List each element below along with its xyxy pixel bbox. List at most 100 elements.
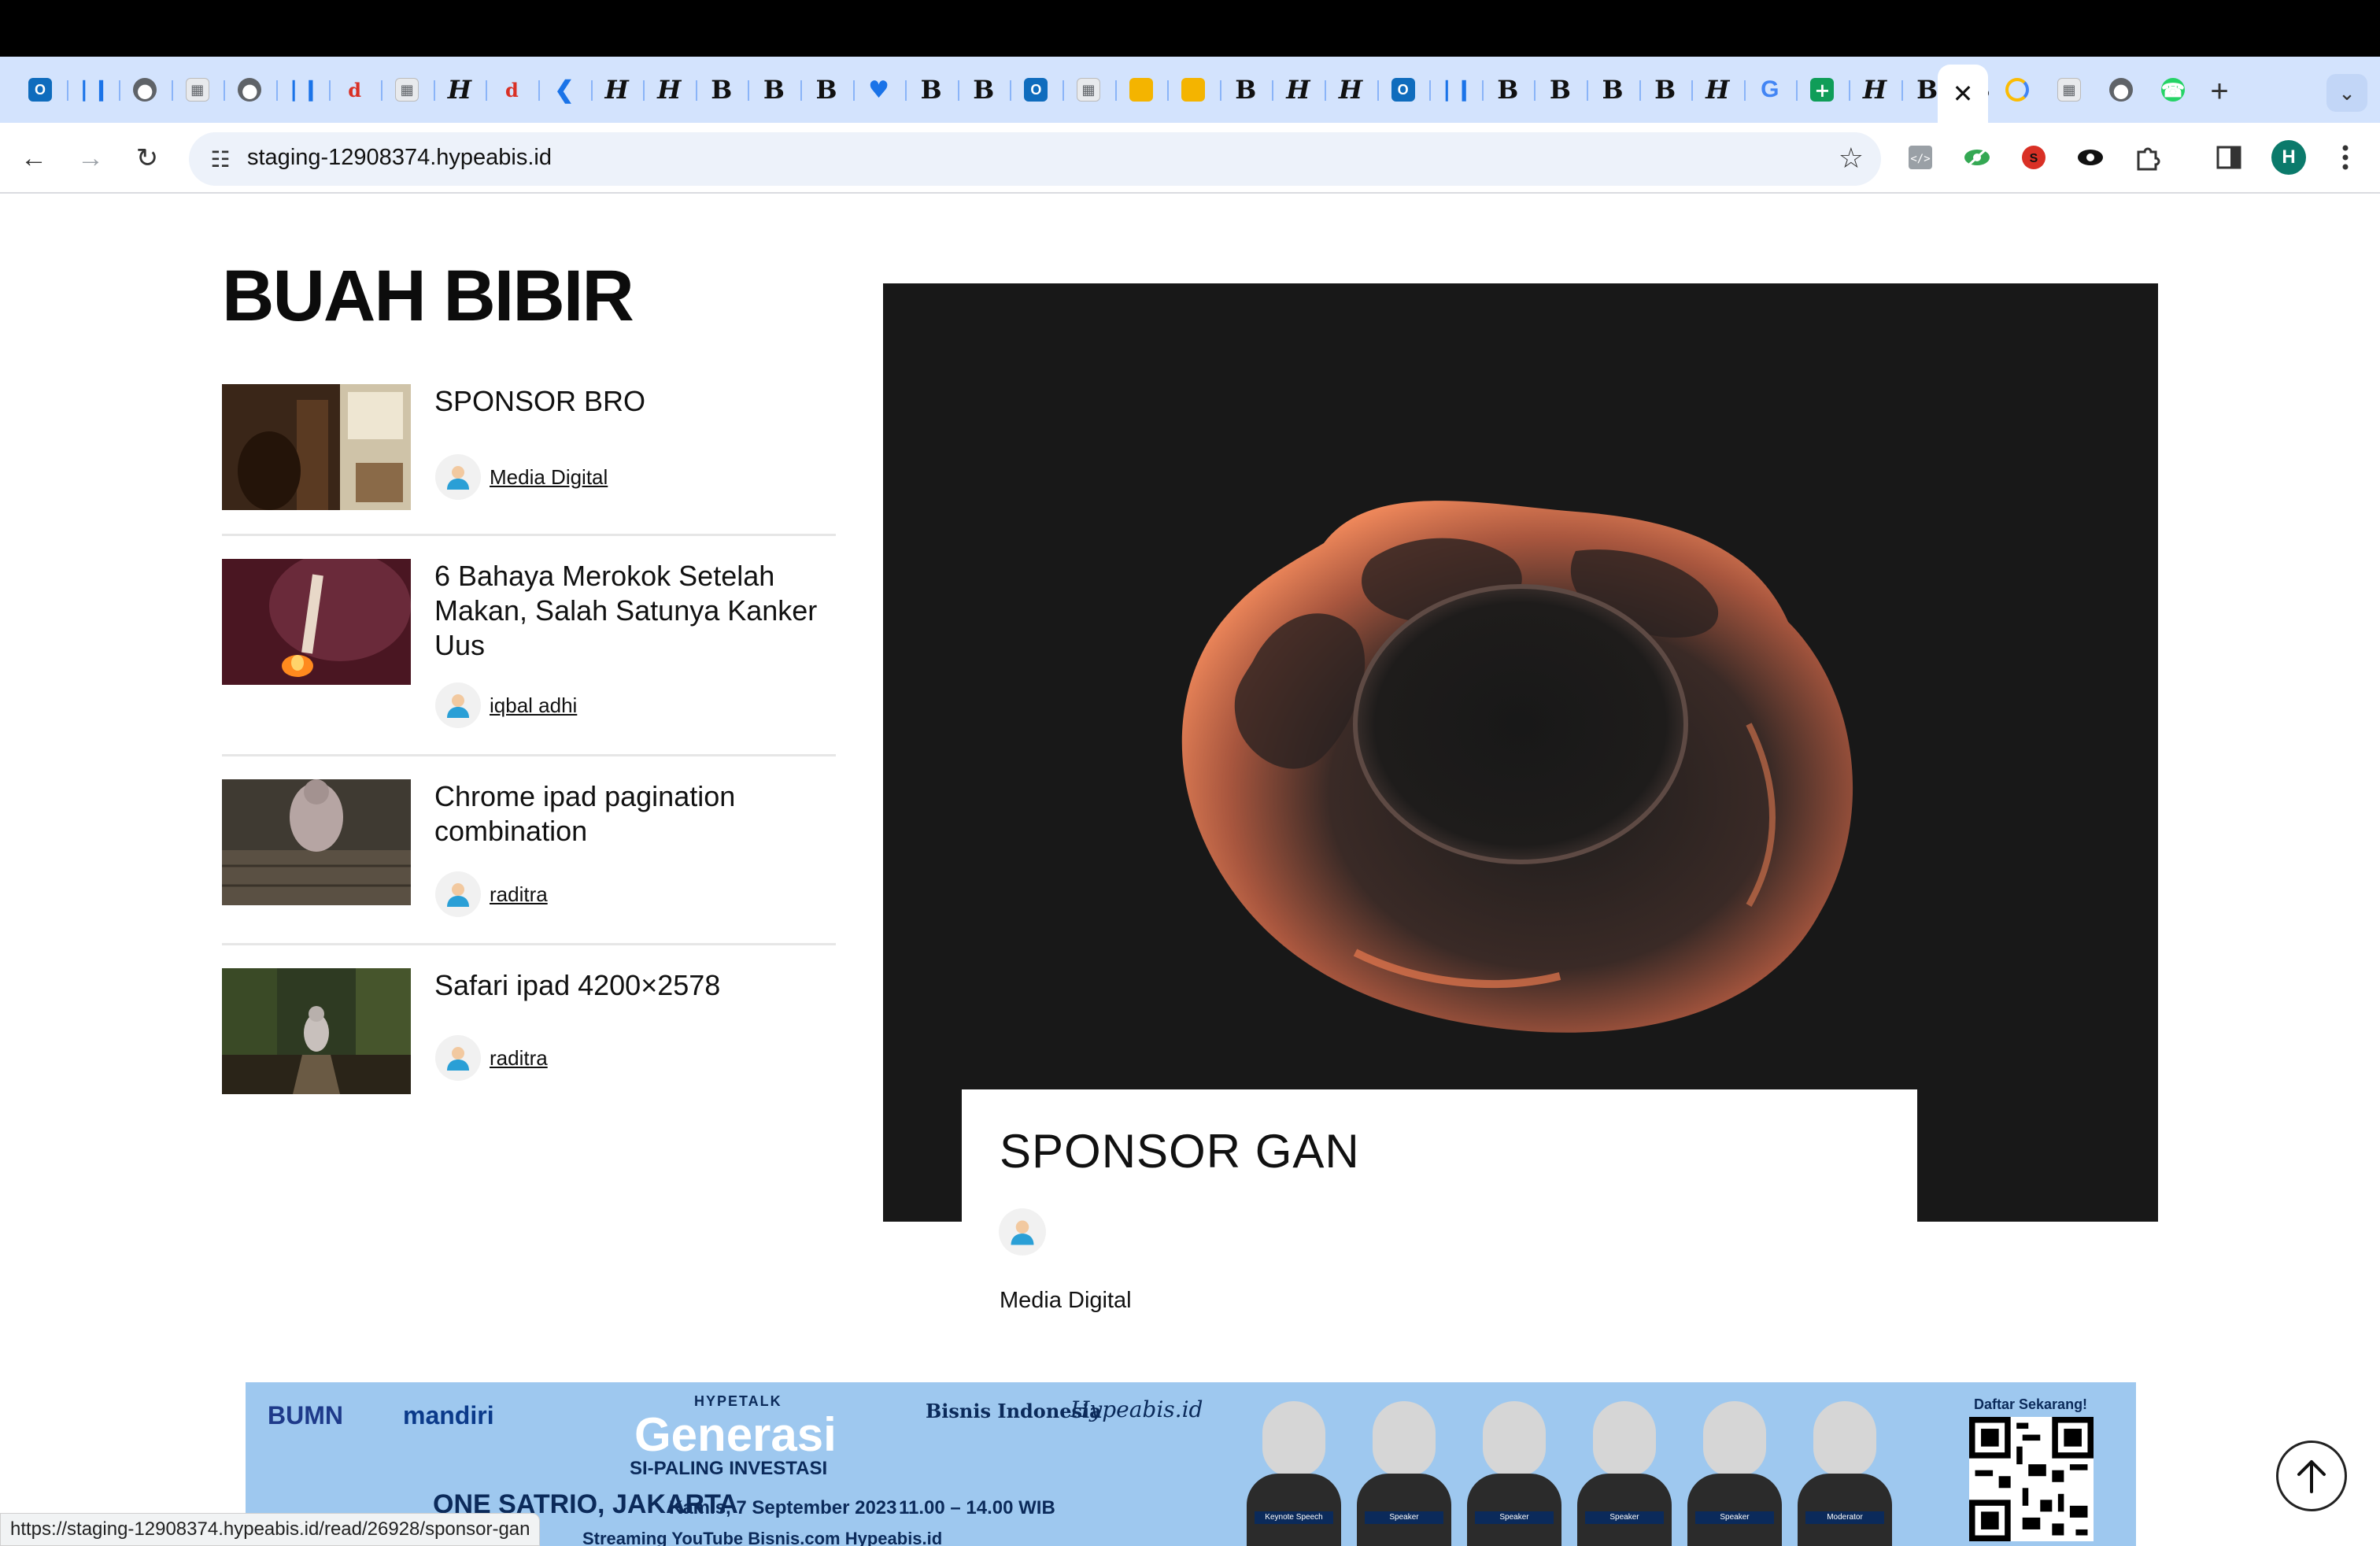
tab-separator [276, 80, 278, 101]
author-name[interactable]: raditra [490, 1046, 548, 1071]
browser-tab[interactable]: ▦ [2046, 66, 2092, 113]
seo-extension-icon[interactable]: S [2015, 139, 2053, 176]
browser-tab[interactable]: ♥ [856, 66, 902, 113]
browser-tab[interactable]: H [1275, 66, 1321, 113]
site-info-icon[interactable]: ☷ [205, 143, 236, 175]
new-tab-button[interactable]: + [2201, 72, 2238, 110]
tab-search-button[interactable]: ⌄ [2326, 74, 2367, 112]
svg-text:S: S [2030, 152, 2038, 165]
browser-tab[interactable]: B [699, 66, 745, 113]
browser-tab[interactable]: B [961, 66, 1007, 113]
article-author[interactable]: raditra [434, 871, 548, 918]
featured-image[interactable] [883, 283, 2158, 1222]
bisnis-icon: B [763, 75, 785, 105]
browser-tab[interactable]: H [1852, 66, 1898, 113]
browser-tab[interactable]: ● [2098, 66, 2144, 113]
reload-button[interactable]: ↻ [126, 137, 168, 179]
author-name[interactable]: Media Digital [490, 465, 608, 490]
browser-tab[interactable]: O [17, 66, 63, 113]
browser-tab[interactable]: H [1328, 66, 1373, 113]
browser-tab[interactable]: H [437, 66, 482, 113]
active-tab[interactable]: ✕ [1938, 65, 1988, 123]
browser-tab[interactable]: + [1799, 66, 1845, 113]
article-thumbnail[interactable] [222, 384, 411, 510]
qr-code[interactable] [1969, 1417, 2094, 1541]
tab-separator [433, 80, 435, 101]
browser-tab[interactable]: B [908, 66, 954, 113]
close-tab-icon[interactable]: ✕ [1953, 79, 1974, 109]
profile-avatar[interactable]: H [2271, 140, 2306, 175]
article-thumbnail[interactable] [222, 779, 411, 905]
speaker-photo: Speaker [1577, 1395, 1672, 1546]
tab-separator [748, 80, 750, 101]
article-author[interactable]: raditra [434, 1034, 548, 1082]
image-icon: ▦ [395, 78, 419, 102]
article-title[interactable]: Safari ipad 4200×2578 [434, 968, 836, 1003]
author-name[interactable]: raditra [490, 882, 548, 907]
browser-tab[interactable]: ▦ [175, 66, 220, 113]
browser-tab[interactable]: B [1485, 66, 1531, 113]
banner-cta[interactable]: Daftar Sekarang! [1974, 1396, 2087, 1413]
side-panel-icon[interactable] [2210, 139, 2248, 176]
browser-tab[interactable] [1994, 66, 2040, 113]
featured-title[interactable]: SPONSOR GAN [1000, 1124, 1360, 1178]
browser-tab[interactable]: O [1013, 66, 1059, 113]
tab-separator [905, 80, 907, 101]
article-title[interactable]: 6 Bahaya Merokok Setelah Makan, Salah Sa… [434, 559, 836, 663]
blue-arrow-icon: ❮ [554, 76, 575, 104]
browser-tab[interactable]: d [489, 66, 534, 113]
browser-tab[interactable]: B [1223, 66, 1269, 113]
forward-button[interactable]: → [69, 137, 112, 179]
article-author[interactable]: Media Digital [434, 453, 608, 501]
tab-separator [119, 80, 121, 101]
browser-tab[interactable]: H [646, 66, 692, 113]
browser-tab[interactable]: ❘❙ [70, 66, 116, 113]
browser-tab[interactable]: B [804, 66, 849, 113]
address-url[interactable]: staging-12908374.hypeabis.id [247, 145, 552, 171]
hypeabis-icon: H [1862, 75, 1887, 105]
browser-tab[interactable]: ● [227, 66, 272, 113]
browser-tab[interactable]: B [751, 66, 796, 113]
browser-tab[interactable]: d [332, 66, 378, 113]
devtools-extension-icon[interactable]: </> [1901, 139, 1939, 176]
extensions-puzzle-icon[interactable] [2128, 139, 2166, 176]
menu-kebab-icon[interactable] [2326, 139, 2364, 176]
article-item[interactable]: 6 Bahaya Merokok Setelah Makan, Salah Sa… [222, 559, 836, 728]
featured-author[interactable]: Media Digital [1000, 1288, 1132, 1314]
article-item[interactable]: Chrome ipad pagination combination radit… [222, 779, 836, 921]
article-title[interactable]: SPONSOR BRO [434, 384, 836, 419]
browser-tab[interactable]: O [1380, 66, 1426, 113]
browser-tab[interactable]: H [594, 66, 640, 113]
author-name[interactable]: iqbal adhi [490, 693, 577, 718]
eye-extension-icon[interactable] [2071, 139, 2109, 176]
article-title[interactable]: Chrome ipad pagination combination [434, 779, 836, 849]
article-item[interactable]: SPONSOR BRO Media Digital [222, 384, 836, 510]
browser-tab[interactable]: B [1537, 66, 1583, 113]
address-bar[interactable]: ☷ staging-12908374.hypeabis.id ☆ [189, 132, 1881, 186]
green-eye-extension-icon[interactable] [1958, 139, 1996, 176]
browser-tab[interactable]: H [1694, 66, 1740, 113]
browser-tab[interactable]: ▦ [1066, 66, 1111, 113]
browser-tab[interactable]: B [1590, 66, 1635, 113]
bookmark-star-icon[interactable]: ☆ [1839, 142, 1864, 175]
article-thumbnail[interactable] [222, 968, 411, 1094]
article-item[interactable]: Safari ipad 4200×2578 raditra [222, 968, 836, 1102]
browser-tab[interactable]: B [1643, 66, 1688, 113]
back-button[interactable]: ← [13, 137, 55, 179]
browser-tab[interactable]: ❮ [541, 66, 587, 113]
outlook-icon: O [1024, 78, 1048, 102]
browser-tab[interactable]: ● [122, 66, 168, 113]
browser-tab[interactable] [1170, 66, 1216, 113]
browser-tab[interactable]: ❘❙ [279, 66, 325, 113]
browser-tab[interactable]: G [1747, 66, 1793, 113]
article-author[interactable]: iqbal adhi [434, 682, 577, 729]
scroll-to-top-button[interactable] [2276, 1441, 2347, 1511]
browser-tab[interactable]: ☎ [2150, 66, 2196, 113]
article-thumbnail[interactable] [222, 559, 411, 685]
tab-separator [1849, 80, 1850, 101]
browser-tab[interactable] [1118, 66, 1164, 113]
browser-tab[interactable]: ▦ [384, 66, 430, 113]
speaker-body [1357, 1474, 1451, 1546]
browser-tab[interactable]: ❘❙ [1432, 66, 1478, 113]
tab-separator [381, 80, 383, 101]
